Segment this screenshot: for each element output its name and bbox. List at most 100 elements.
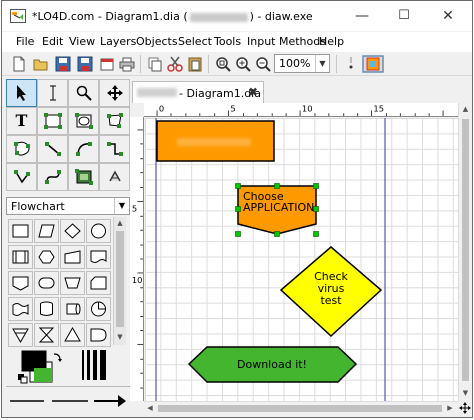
- menu-select[interactable]: Select: [178, 35, 212, 48]
- polyline-tool[interactable]: [6, 163, 37, 191]
- shape-delay[interactable]: [86, 323, 111, 347]
- shape-offpage[interactable]: [8, 271, 33, 295]
- box-tool[interactable]: [37, 107, 68, 135]
- save-icon[interactable]: [54, 55, 72, 73]
- ruler-label-10: 10: [302, 103, 313, 113]
- node-download[interactable]: Download it!: [187, 346, 358, 383]
- vertical-ruler: 5 10: [130, 117, 144, 401]
- toolbar-separator: [208, 55, 209, 73]
- shape-predefined-process[interactable]: [8, 245, 33, 269]
- node-choose-application[interactable]: Choose APPLICATION: [237, 185, 317, 235]
- shape-card[interactable]: [86, 271, 111, 295]
- zoom-in-icon[interactable]: [234, 55, 252, 73]
- node-check-virus-test[interactable]: Check virus test: [279, 246, 383, 338]
- shape-punched-tape[interactable]: [8, 297, 33, 321]
- shape-manual-operation[interactable]: [60, 271, 85, 295]
- scroll-up-icon[interactable]: ▲: [459, 103, 472, 115]
- shape-preparation[interactable]: [34, 245, 59, 269]
- polygon-tool[interactable]: [99, 107, 130, 135]
- magnify-tool[interactable]: [68, 79, 99, 107]
- shape-data[interactable]: [34, 219, 59, 243]
- show-connection-points-icon[interactable]: [362, 55, 384, 73]
- ellipse-tool[interactable]: [68, 107, 99, 135]
- minimize-button[interactable]: —: [342, 1, 382, 31]
- scroll-up-icon[interactable]: ▲: [114, 217, 126, 229]
- scroll-right-icon[interactable]: ▶: [444, 402, 456, 415]
- beziergon-tool[interactable]: [6, 135, 37, 163]
- diagram-canvas[interactable]: Choose APPLICATION Check virus test Down…: [145, 118, 458, 401]
- chevron-down-icon[interactable]: ▼: [315, 55, 329, 72]
- fill-color-swatch[interactable]: [34, 368, 52, 382]
- shapes-scrollbar[interactable]: ▲ ▼: [113, 217, 126, 345]
- cut-icon[interactable]: [166, 55, 184, 73]
- window-title-suffix: ) - diaw.exe: [249, 10, 313, 23]
- text-tool[interactable]: T: [6, 107, 37, 135]
- canvas-horizontal-scrollbar[interactable]: ◀ ▶: [144, 401, 458, 415]
- sheet-selector[interactable]: Flowchart ▼: [6, 197, 130, 215]
- menu-objects[interactable]: Objects: [136, 35, 178, 48]
- menu-help[interactable]: Help: [319, 35, 344, 48]
- canvas-vertical-scrollbar[interactable]: ▲ ▼: [458, 103, 472, 401]
- line-tool[interactable]: [37, 135, 68, 163]
- maximize-button[interactable]: ☐: [384, 1, 424, 31]
- flowchart-shapes-panel: [6, 217, 130, 347]
- chevron-down-icon[interactable]: ▼: [114, 198, 129, 214]
- print-icon[interactable]: [118, 55, 136, 73]
- scroll-down-icon[interactable]: ▼: [459, 387, 472, 399]
- image-tool[interactable]: [68, 163, 99, 191]
- scroll-thumb[interactable]: [116, 231, 124, 327]
- navigation-icon[interactable]: [458, 401, 472, 415]
- snap-to-grid-icon[interactable]: [342, 55, 360, 73]
- new-document-icon[interactable]: [10, 55, 28, 73]
- magnetic-drum-shape-icon: [66, 303, 81, 315]
- node-choose-line2: APPLICATION: [243, 201, 314, 214]
- shape-magnetic-disk[interactable]: [34, 297, 59, 321]
- scroll-down-icon[interactable]: ▼: [114, 331, 126, 343]
- save-as-icon[interactable]: [76, 55, 94, 73]
- shape-connector[interactable]: [86, 219, 111, 243]
- shape-collate[interactable]: [34, 323, 59, 347]
- outline-tool[interactable]: [99, 163, 130, 191]
- shape-decision[interactable]: [60, 219, 85, 243]
- shape-magnetic-drum[interactable]: [60, 297, 85, 321]
- scroll-thumb[interactable]: [462, 119, 469, 381]
- close-tab-icon[interactable]: ✖: [248, 85, 258, 99]
- close-button[interactable]: ✕: [428, 1, 468, 31]
- arc-tool[interactable]: [68, 135, 99, 163]
- bezier-line-tool[interactable]: [37, 163, 68, 191]
- open-folder-icon[interactable]: [32, 55, 50, 73]
- tab-diagram1[interactable]: - Diagram1.dia ✖: [132, 81, 264, 103]
- menu-tools[interactable]: Tools: [214, 35, 241, 48]
- shape-merge[interactable]: [8, 323, 33, 347]
- scroll-left-icon[interactable]: ◀: [144, 402, 156, 415]
- menu-edit[interactable]: Edit: [42, 35, 63, 48]
- shape-process[interactable]: [8, 219, 33, 243]
- line-width-3-icon[interactable]: [93, 350, 97, 380]
- zoom-out-icon[interactable]: [254, 55, 272, 73]
- scroll-thumb[interactable]: [158, 405, 442, 412]
- sheet-name: Flowchart: [11, 200, 65, 213]
- shape-document[interactable]: [86, 245, 111, 269]
- paste-icon[interactable]: [186, 55, 204, 73]
- line-width-1-icon[interactable]: [82, 350, 84, 380]
- shape-extract[interactable]: [60, 323, 85, 347]
- line-width-2-icon[interactable]: [87, 350, 90, 380]
- shape-manual-input[interactable]: [60, 245, 85, 269]
- line-width-4-icon[interactable]: [100, 350, 106, 380]
- zoom-select[interactable]: 100% ▼: [274, 54, 330, 73]
- menu-layers[interactable]: Layers: [100, 35, 136, 48]
- ruler-ticks: [137, 129, 143, 389]
- menu-file[interactable]: File: [16, 35, 34, 48]
- zigzag-line-tool[interactable]: [99, 135, 130, 163]
- shape-online-storage[interactable]: [86, 297, 111, 321]
- text-edit-tool[interactable]: [37, 79, 68, 107]
- menu-input-methods[interactable]: Input Methods: [247, 35, 326, 48]
- export-icon[interactable]: [98, 55, 116, 73]
- pointer-tool[interactable]: [6, 79, 37, 107]
- process-box-top[interactable]: [156, 120, 275, 162]
- shape-terminal[interactable]: [34, 271, 59, 295]
- scroll-tool[interactable]: [99, 79, 130, 107]
- menu-view[interactable]: View: [69, 35, 95, 48]
- zoom-fit-icon[interactable]: [214, 55, 232, 73]
- copy-icon[interactable]: [146, 55, 164, 73]
